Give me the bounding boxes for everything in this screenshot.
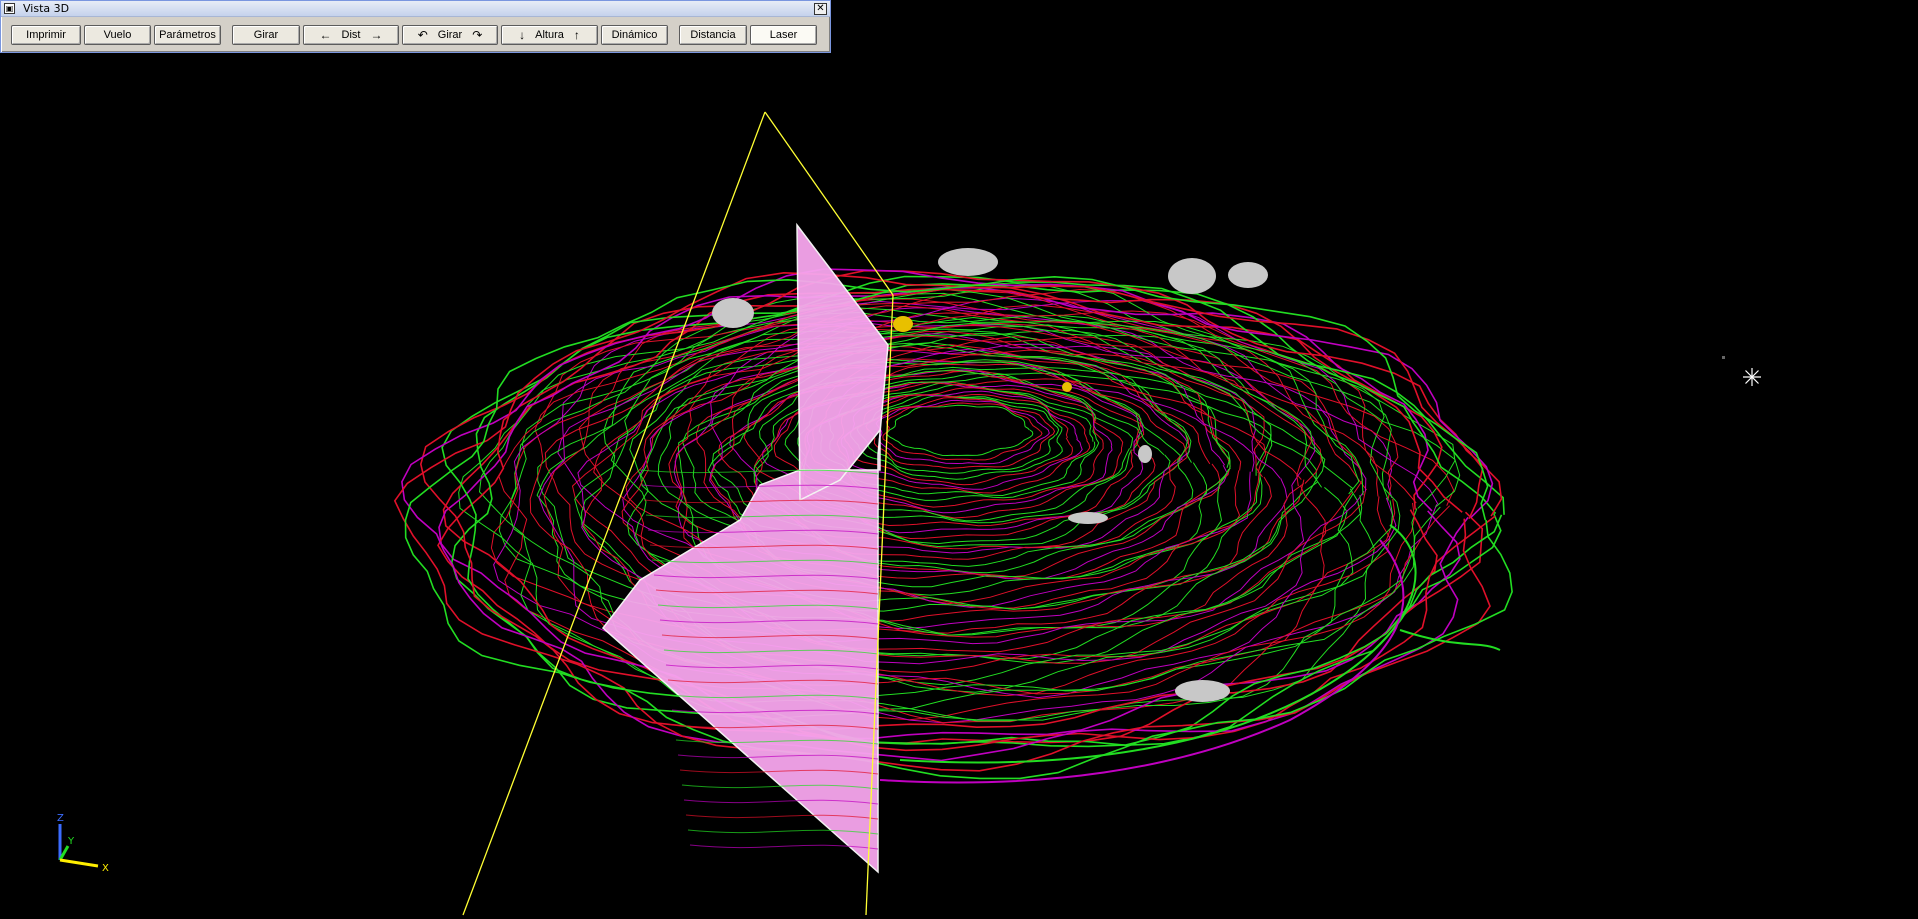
marker-dot (1722, 356, 1725, 359)
terrain-patch (1175, 680, 1230, 702)
3d-viewport[interactable] (0, 0, 1918, 919)
terrain-patch (1228, 262, 1268, 288)
terrain-patch (1068, 512, 1108, 524)
window-menu-icon[interactable]: ▣ (4, 3, 15, 14)
rotate-right-icon[interactable]: ↷ (472, 29, 482, 41)
dynamic-label: Dinámico (611, 29, 658, 41)
vista-3d-toolbar-window[interactable]: ▣ Vista 3D ✕ Imprimir Vuelo Parámetros G… (0, 0, 831, 53)
arrow-down-icon[interactable]: ↓ (519, 29, 525, 41)
terrain-patch (712, 298, 754, 328)
flight-button[interactable]: Vuelo (84, 25, 151, 45)
contour-line (885, 404, 1034, 457)
toolbar-buttons: Imprimir Vuelo Parámetros Girar ← Dist →… (11, 25, 820, 47)
window-title: Vista 3D (23, 2, 70, 15)
terrain-patch (893, 316, 913, 332)
title-bar[interactable]: ▣ Vista 3D ✕ (1, 1, 830, 17)
height-button[interactable]: ↓ Altura ↑ (501, 25, 598, 45)
close-button[interactable]: ✕ (814, 2, 827, 15)
terrain-patch (1168, 258, 1216, 294)
contour-line (882, 402, 1043, 461)
print-label: Imprimir (26, 29, 66, 41)
laser-button[interactable]: Laser (750, 25, 817, 45)
parameters-label: Parámetros (159, 29, 216, 41)
parameters-button[interactable]: Parámetros (154, 25, 221, 45)
rotate-step-button[interactable]: ↶ Girar ↷ (402, 25, 498, 45)
height-label: Altura (535, 29, 564, 41)
laser-label: Laser (769, 29, 798, 41)
terrain-contours (393, 268, 1513, 784)
print-button[interactable]: Imprimir (11, 25, 81, 45)
terrain-patch (938, 248, 998, 276)
rotate-left-icon[interactable]: ↶ (418, 29, 428, 41)
arrow-up-icon[interactable]: ↑ (574, 29, 580, 41)
distance-label: Distancia (690, 29, 736, 41)
axis-y-label: Y (67, 836, 75, 847)
dist-label: Dist (341, 29, 361, 41)
rotate-step-label: Girar (437, 29, 463, 41)
flight-label: Vuelo (103, 29, 132, 41)
distance-step-button[interactable]: ← Dist → (303, 25, 399, 45)
axis-triad: Z Y X (57, 813, 109, 872)
crosshair-cursor-icon (1743, 368, 1761, 386)
axis-x-label: X (102, 863, 109, 872)
rotate-label: Girar (253, 29, 279, 41)
distance-button[interactable]: Distancia (679, 25, 747, 45)
arrow-right-icon[interactable]: → (370, 29, 382, 41)
axis-z-label: Z (57, 813, 64, 824)
arrow-left-icon[interactable]: ← (320, 29, 332, 41)
contour-line (875, 399, 1051, 465)
terrain-patch (1138, 445, 1152, 463)
terrain-patch (1062, 382, 1072, 392)
rotate-button[interactable]: Girar (232, 25, 300, 45)
dynamic-button[interactable]: Dinámico (601, 25, 668, 45)
